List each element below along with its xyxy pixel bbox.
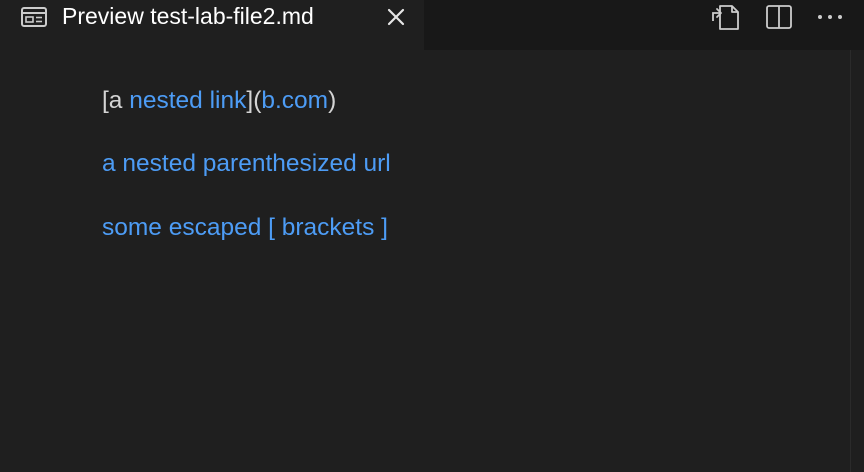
markdown-preview: [a nested link](b.com) a nested parenthe… (102, 50, 842, 472)
preview-icon (20, 5, 48, 29)
paragraph-nested-link: [a nested link](b.com) (102, 85, 336, 117)
paragraph-parenthesized-url: a nested parenthesized url (102, 148, 391, 180)
split-editor-icon[interactable] (763, 1, 795, 33)
link-escaped-brackets[interactable]: some escaped [ brackets ] (102, 214, 388, 241)
text-bracket-paren: ]( (246, 87, 262, 114)
link-nested-link[interactable]: nested link (129, 87, 246, 114)
close-icon[interactable] (384, 5, 408, 29)
tab-title: Preview test-lab-file2.md (62, 3, 314, 29)
link-b-com[interactable]: b.com (261, 87, 328, 114)
paragraph-escaped-brackets: some escaped [ brackets ] (102, 212, 388, 244)
text-close-paren: ) (328, 87, 337, 114)
tab-preview[interactable]: Preview test-lab-file2.md (0, 0, 424, 50)
editor-tab-bar: Preview test-lab-file2.md (0, 0, 864, 50)
more-actions-icon[interactable] (814, 1, 846, 33)
text-open-bracket: [a (102, 87, 130, 114)
scrollbar-track (850, 50, 851, 472)
link-nested-parenthesized-url[interactable]: a nested parenthesized url (102, 150, 391, 177)
open-source-icon[interactable] (710, 1, 742, 33)
